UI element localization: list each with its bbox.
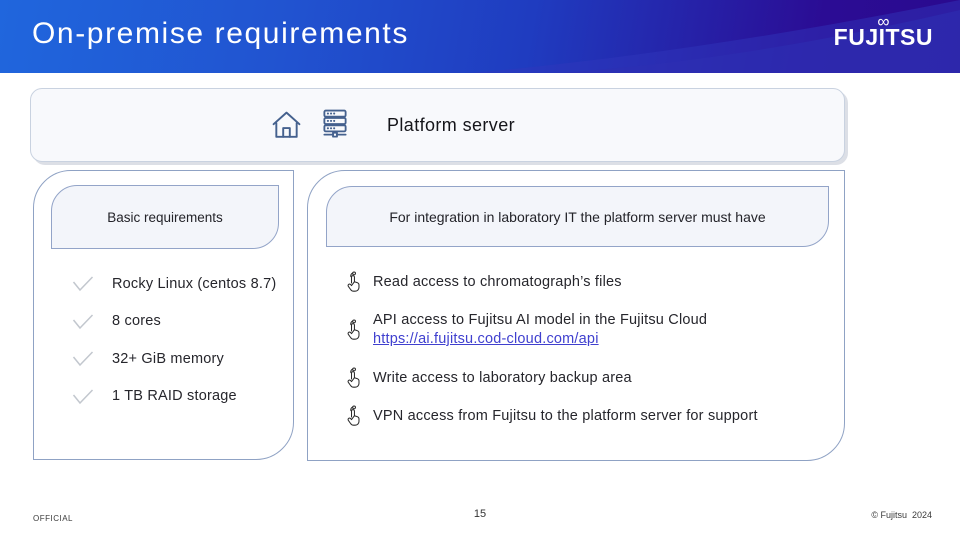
check-icon	[71, 388, 95, 405]
integration-requirements-header: For integration in laboratory IT the pla…	[326, 186, 829, 247]
platform-server-banner: Platform server	[30, 88, 845, 162]
tap-hand-icon	[345, 367, 362, 390]
list-item-label: VPN access from Fujitsu to the platform …	[373, 408, 758, 424]
list-item: Rocky Linux (centos 8.7)	[71, 265, 285, 303]
integration-requirements-panel: For integration in laboratory IT the pla…	[307, 170, 845, 461]
server-icon	[318, 106, 352, 144]
api-link[interactable]: https://ai.fujitsu.cod-cloud.com/api	[373, 331, 599, 347]
list-item-label: Rocky Linux (centos 8.7)	[112, 276, 276, 292]
list-item: Read access to chromatograph’s files	[345, 263, 832, 301]
list-item-label: 8 cores	[112, 313, 161, 329]
page-title: On-premise requirements	[32, 17, 409, 51]
platform-server-label: Platform server	[387, 115, 515, 136]
tap-hand-icon	[345, 405, 362, 428]
basic-requirements-panel: Basic requirements Rocky Linux (centos 8…	[33, 170, 294, 460]
list-item-label: API access to Fujitsu AI model in the Fu…	[373, 311, 707, 349]
list-item: VPN access from Fujitsu to the platform …	[345, 397, 832, 435]
list-item: 32+ GiB memory	[71, 340, 285, 378]
check-icon	[71, 350, 95, 367]
fujitsu-infinity-icon: ∞	[877, 13, 890, 30]
list-item: 8 cores	[71, 303, 285, 341]
page-number: 15	[0, 508, 960, 520]
home-icon	[270, 107, 303, 143]
list-item-label: 32+ GiB memory	[112, 351, 224, 367]
copyright-notice: © Fujitsu 2024	[871, 510, 932, 520]
list-item-label: Write access to laboratory backup area	[373, 370, 632, 386]
basic-requirements-header: Basic requirements	[51, 185, 279, 249]
tap-hand-icon	[345, 319, 362, 342]
tap-hand-icon	[345, 271, 362, 294]
list-item-label: 1 TB RAID storage	[112, 388, 237, 404]
integration-requirements-list: Read access to chromatograph’s files API…	[345, 263, 832, 435]
list-item: API access to Fujitsu AI model in the Fu…	[345, 301, 832, 359]
check-icon	[71, 313, 95, 330]
fujitsu-logo: ∞ FUJITSU	[834, 26, 933, 49]
api-access-text: API access to Fujitsu AI model in the Fu…	[373, 312, 707, 328]
check-icon	[71, 275, 95, 292]
list-item-label: Read access to chromatograph’s files	[373, 274, 622, 290]
slide-header: On-premise requirements ∞ FUJITSU	[0, 0, 960, 73]
basic-requirements-list: Rocky Linux (centos 8.7) 8 cores 32+ GiB…	[71, 265, 285, 415]
list-item: 1 TB RAID storage	[71, 378, 285, 416]
list-item: Write access to laboratory backup area	[345, 359, 832, 397]
